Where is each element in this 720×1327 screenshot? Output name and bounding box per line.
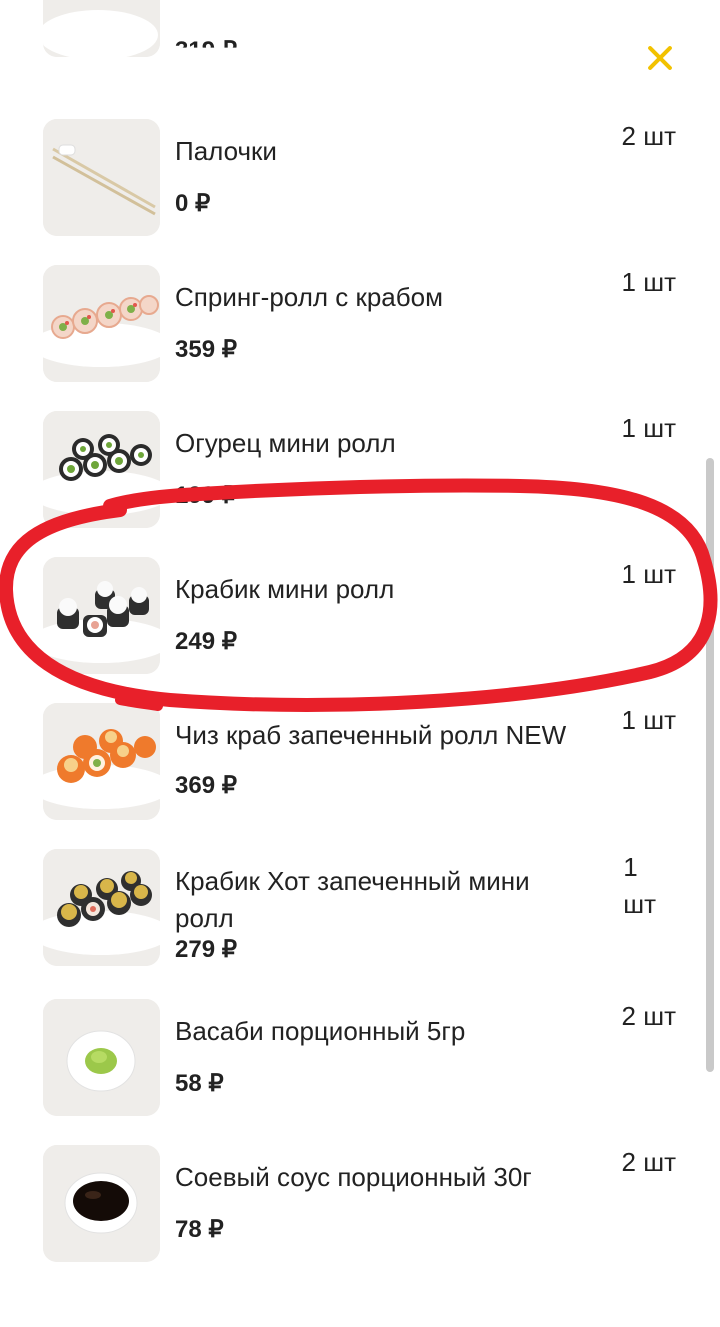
product-image [43, 0, 160, 57]
list-item[interactable]: Крабик мини ролл 249 ₽ 1 шт [0, 557, 720, 703]
scrollbar[interactable] [706, 458, 714, 1072]
item-name: Крабик Хот запеченный мини ролл [175, 866, 530, 933]
item-quantity: 1 шт [623, 852, 656, 919]
item-quantity: 2 шт [621, 1147, 676, 1177]
list-item[interactable]: Крабик Хот запеченный мини ролл 279 ₽ 1 … [0, 849, 720, 1009]
list-item[interactable]: Васаби порционный 5гр 58 ₽ 2 шт [0, 999, 720, 1145]
item-price: 0 ₽ [175, 190, 211, 217]
list-item[interactable]: Чиз краб запеченный ролл NEW 369 ₽ 1 шт [0, 703, 720, 849]
product-image [43, 265, 160, 382]
product-image [43, 999, 160, 1116]
item-price: 78 ₽ [175, 1216, 224, 1243]
item-quantity: 1 шт [621, 267, 676, 297]
item-quantity: 1 шт [621, 559, 676, 589]
list-item[interactable]: Огурец мини ролл 199 ₽ 1 шт [0, 411, 720, 557]
item-name: Васаби порционный 5гр [175, 1016, 466, 1046]
item-name: Огурец мини ролл [175, 428, 396, 458]
product-image [43, 411, 160, 528]
item-name: Крабик мини ролл [175, 574, 395, 604]
item-quantity: 2 шт [621, 1001, 676, 1031]
item-price: 359 ₽ [175, 336, 237, 363]
product-image [43, 703, 160, 820]
item-price: 58 ₽ [175, 1070, 224, 1097]
product-image [43, 557, 160, 674]
product-image [43, 849, 160, 966]
item-quantity: 2 шт [621, 121, 676, 151]
close-icon[interactable] [640, 38, 680, 78]
item-price: 319 ₽ [175, 37, 237, 64]
item-price: 279 ₽ [175, 936, 237, 963]
item-name: Чиз краб запеченный ролл NEW [175, 720, 567, 750]
list-item[interactable]: Палочки 0 ₽ 2 шт [0, 119, 720, 265]
item-price: 249 ₽ [175, 628, 237, 655]
item-name: Соевый соус порционный 30г [175, 1162, 532, 1192]
list-item[interactable]: Соевый соус порционный 30г 78 ₽ 2 шт [0, 1145, 720, 1291]
list-item[interactable]: Спринг-ролл с крабом 359 ₽ 1 шт [0, 265, 720, 411]
item-name: Палочки [175, 136, 277, 166]
list-item[interactable]: 319 ₽ [0, 0, 720, 86]
item-quantity: 1 шт [621, 413, 676, 443]
item-name: Спринг-ролл с крабом [175, 282, 443, 312]
product-image [43, 1145, 160, 1262]
item-quantity: 1 шт [621, 705, 676, 735]
product-image [43, 119, 160, 236]
item-price: 369 ₽ [175, 772, 237, 799]
item-price: 199 ₽ [175, 482, 237, 509]
cart-items-list[interactable]: 319 ₽ Палочки 0 ₽ 2 шт Спринг-ролл с кра… [0, 0, 720, 1327]
